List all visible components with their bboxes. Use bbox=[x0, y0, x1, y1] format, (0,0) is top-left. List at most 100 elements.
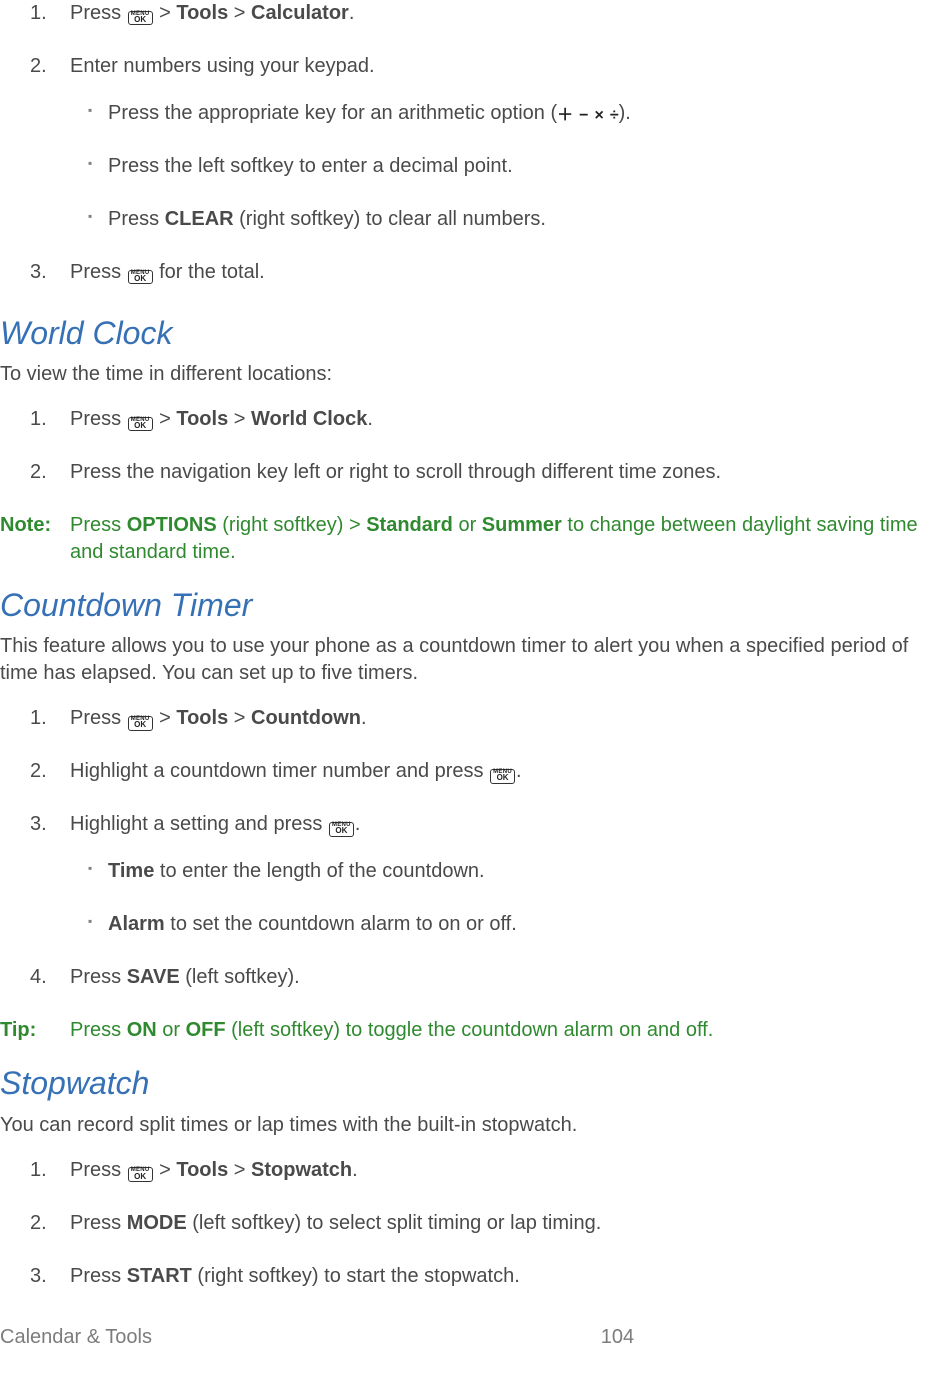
stopwatch-steps: 1. Press MENUOK > Tools > Stopwatch. 2. … bbox=[0, 1157, 943, 1290]
list-item: 1. Press MENUOK > Tools > Stopwatch. bbox=[0, 1157, 943, 1184]
section-intro: This feature allows you to use your phon… bbox=[0, 633, 943, 687]
step-number: 1. bbox=[30, 705, 47, 732]
step-text: (right softkey) to clear all numbers. bbox=[234, 208, 546, 230]
step-number: 3. bbox=[30, 259, 47, 286]
list-item: 2. Press the navigation key left or righ… bbox=[0, 459, 943, 486]
step-number: 2. bbox=[30, 758, 47, 785]
list-item: 2. Enter numbers using your keypad. Pres… bbox=[0, 53, 943, 233]
step-text: . bbox=[355, 813, 361, 835]
menu-path: Countdown bbox=[251, 707, 361, 729]
step-text: Press the left softkey to enter a decima… bbox=[108, 155, 513, 177]
menu-ok-icon: MENUOK bbox=[128, 716, 153, 730]
key-label: Time bbox=[108, 860, 154, 882]
section-heading-countdown: Countdown Timer bbox=[0, 584, 943, 627]
step-text: for the total. bbox=[154, 261, 265, 283]
step-text: > bbox=[228, 707, 251, 729]
list-item: 3. Press MENUOK for the total. bbox=[0, 259, 943, 286]
step-text: Press bbox=[108, 208, 165, 230]
step-text: (left softkey). bbox=[180, 966, 300, 988]
step-text: to enter the length of the countdown. bbox=[154, 860, 484, 882]
menu-ok-icon: MENUOK bbox=[128, 417, 153, 431]
step-number: 4. bbox=[30, 964, 47, 991]
step-text: Press bbox=[70, 966, 127, 988]
menu-ok-icon: MENUOK bbox=[490, 769, 515, 783]
arithmetic-operators-icon: ＋−×÷ bbox=[557, 108, 618, 124]
step-text: ). bbox=[619, 102, 631, 124]
step-text: Press bbox=[70, 707, 127, 729]
menu-path: World Clock bbox=[251, 408, 367, 430]
step-text: . bbox=[516, 760, 522, 782]
list-item: Alarm to set the countdown alarm to on o… bbox=[70, 911, 943, 938]
footer-title: Calendar & Tools bbox=[0, 1324, 152, 1351]
step-text: . bbox=[367, 408, 373, 430]
step-text: Highlight a setting and press bbox=[70, 813, 328, 835]
key-label: CLEAR bbox=[165, 208, 234, 230]
section-intro: To view the time in different locations: bbox=[0, 361, 943, 388]
calculator-steps: 1. Press MENUOK > Tools > Calculator. 2.… bbox=[0, 0, 943, 286]
step-number: 2. bbox=[30, 53, 47, 80]
key-label: SAVE bbox=[127, 966, 180, 988]
step-text: Press the appropriate key for an arithme… bbox=[108, 102, 557, 124]
step-text: > bbox=[228, 2, 251, 24]
step-text: . bbox=[349, 2, 355, 24]
step-text: > bbox=[228, 1159, 251, 1181]
key-label: Summer bbox=[482, 514, 562, 536]
step-text: > bbox=[154, 408, 177, 430]
step-text: . bbox=[361, 707, 367, 729]
menu-ok-icon: MENUOK bbox=[128, 1167, 153, 1181]
list-item: 1. Press MENUOK > Tools > World Clock. bbox=[0, 406, 943, 433]
note-text: (right softkey) > bbox=[217, 514, 367, 536]
step-number: 2. bbox=[30, 1210, 47, 1237]
step-number: 3. bbox=[30, 1263, 47, 1290]
page-footer: Calendar & Tools 104 bbox=[0, 1324, 943, 1351]
sub-list: Press the appropriate key for an arithme… bbox=[70, 100, 943, 233]
divide-icon: ÷ bbox=[610, 108, 619, 124]
sub-list: Time to enter the length of the countdow… bbox=[70, 858, 943, 938]
step-text: to set the countdown alarm to on or off. bbox=[165, 913, 517, 935]
list-item: 4. Press SAVE (left softkey). bbox=[0, 964, 943, 991]
step-text: Enter numbers using your keypad. bbox=[70, 55, 375, 77]
key-label: OPTIONS bbox=[127, 514, 217, 536]
list-item: 3. Press START (right softkey) to start … bbox=[0, 1263, 943, 1290]
step-number: 1. bbox=[30, 0, 47, 27]
key-label: MODE bbox=[127, 1212, 187, 1234]
list-item: Press the appropriate key for an arithme… bbox=[70, 100, 943, 127]
list-item: 1. Press MENUOK > Tools > Calculator. bbox=[0, 0, 943, 27]
step-text: > bbox=[154, 2, 177, 24]
countdown-steps: 1. Press MENUOK > Tools > Countdown. 2. … bbox=[0, 705, 943, 991]
note-text: Press bbox=[70, 514, 127, 536]
list-item: Press CLEAR (right softkey) to clear all… bbox=[70, 206, 943, 233]
key-label: START bbox=[127, 1265, 192, 1287]
menu-path: Tools bbox=[176, 408, 228, 430]
step-text: (left softkey) to select split timing or… bbox=[187, 1212, 602, 1234]
menu-path: Tools bbox=[176, 707, 228, 729]
step-text: > bbox=[154, 1159, 177, 1181]
note-label: Note: bbox=[0, 512, 51, 539]
list-item: 2. Highlight a countdown timer number an… bbox=[0, 758, 943, 785]
step-number: 3. bbox=[30, 811, 47, 838]
key-label: Standard bbox=[366, 514, 453, 536]
step-text: Press bbox=[70, 261, 127, 283]
step-text: Press bbox=[70, 1159, 127, 1181]
section-heading-stopwatch: Stopwatch bbox=[0, 1062, 943, 1105]
step-text: . bbox=[352, 1159, 358, 1181]
section-heading-world-clock: World Clock bbox=[0, 312, 943, 355]
plus-icon: ＋ bbox=[557, 108, 573, 124]
step-number: 1. bbox=[30, 406, 47, 433]
list-item: Press the left softkey to enter a decima… bbox=[70, 153, 943, 180]
step-text: Press bbox=[70, 408, 127, 430]
tip-text: or bbox=[157, 1019, 186, 1041]
list-item: 3. Highlight a setting and press MENUOK.… bbox=[0, 811, 943, 938]
times-icon: × bbox=[594, 108, 603, 124]
step-text: Press bbox=[70, 1212, 127, 1234]
tip-text: (left softkey) to toggle the countdown a… bbox=[226, 1019, 714, 1041]
key-label: ON bbox=[127, 1019, 157, 1041]
step-text: Highlight a countdown timer number and p… bbox=[70, 760, 489, 782]
menu-path: Stopwatch bbox=[251, 1159, 352, 1181]
menu-ok-icon: MENUOK bbox=[329, 822, 354, 836]
step-text: Press the navigation key left or right t… bbox=[70, 461, 721, 483]
step-number: 1. bbox=[30, 1157, 47, 1184]
section-intro: You can record split times or lap times … bbox=[0, 1112, 943, 1139]
document-page: 1. Press MENUOK > Tools > Calculator. 2.… bbox=[0, 0, 943, 1375]
tip-callout: Tip: Press ON or OFF (left softkey) to t… bbox=[0, 1017, 943, 1044]
